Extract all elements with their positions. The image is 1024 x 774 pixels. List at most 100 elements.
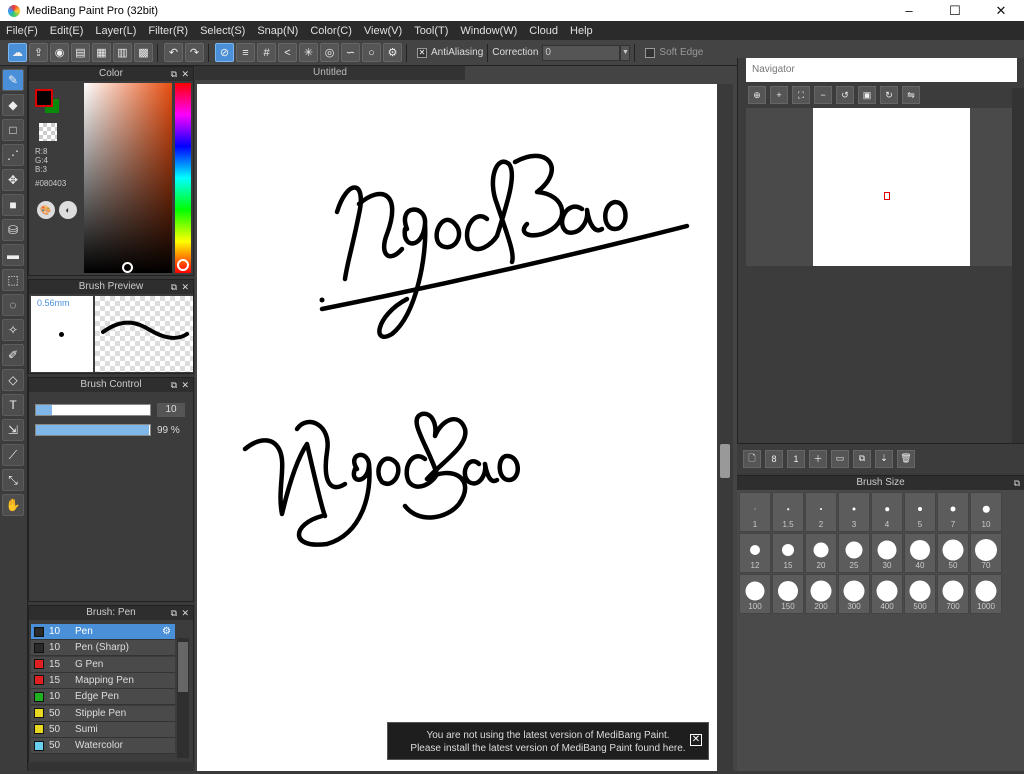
delete-layer-icon[interactable]: 🗑 [897, 449, 915, 468]
menu-snap[interactable]: Snap(N) [251, 25, 304, 37]
eyedropper-tool-icon[interactable]: ⤡ [2, 469, 24, 491]
canvas-scroll-thumb[interactable] [720, 444, 730, 478]
brush-size-cell[interactable]: 500 [904, 574, 936, 614]
brush-size-cell[interactable]: 150 [772, 574, 804, 614]
gear-icon[interactable]: ⚙ [162, 626, 171, 637]
menu-view[interactable]: View(V) [358, 25, 408, 37]
hand-tool-icon[interactable]: ✋ [2, 494, 24, 516]
brush-list-item[interactable]: 10 Pen (Sharp) [31, 640, 175, 657]
brush-list-item[interactable]: 50 Stipple Pen [31, 705, 175, 722]
popout-icon[interactable]: ⧉ [1014, 476, 1020, 490]
select-pen-tool-icon[interactable]: ✐ [2, 344, 24, 366]
correction-select[interactable]: 0 [542, 44, 621, 61]
lasso-tool-icon[interactable]: ◌ [2, 294, 24, 316]
brush-size-cell[interactable]: 25 [838, 533, 870, 573]
circle-snap-icon[interactable]: ○ [362, 43, 381, 62]
duplicate-layer-icon[interactable]: ⧉ [853, 449, 871, 468]
brush-size-cell[interactable]: 70 [970, 533, 1002, 573]
snap-settings-icon[interactable]: ⚙ [383, 43, 402, 62]
parallel-snap-icon[interactable]: ≡ [236, 43, 255, 62]
brush-size-cell[interactable]: 1 [739, 492, 771, 532]
menu-edit[interactable]: Edit(E) [44, 25, 90, 37]
burst-snap-icon[interactable]: ✳ [299, 43, 318, 62]
hue-slider-handle[interactable] [177, 259, 189, 271]
cloud-icon[interactable]: ☁ [8, 43, 27, 62]
minimize-button[interactable]: – [886, 0, 932, 21]
popout-icon[interactable]: ⧉ [171, 67, 177, 81]
canvas-vertical-scrollbar[interactable] [717, 84, 733, 771]
brush-size-cell[interactable]: 1000 [970, 574, 1002, 614]
canvas-page[interactable] [197, 84, 717, 771]
comment-icon[interactable]: ▤ [71, 43, 90, 62]
export-icon[interactable]: ⇪ [29, 43, 48, 62]
close-icon[interactable]: ✕ [181, 606, 189, 620]
brush-size-cell[interactable]: 4 [871, 492, 903, 532]
navigator-preview[interactable] [746, 108, 1022, 266]
brush-size-slider[interactable] [35, 404, 151, 416]
text-tool-icon[interactable]: T [2, 394, 24, 416]
brush-size-cell[interactable]: 50 [937, 533, 969, 573]
fit-window-icon[interactable]: ⛶ [792, 86, 810, 104]
rotate-right-icon[interactable]: ↻ [880, 86, 898, 104]
brush-list-scroll-thumb[interactable] [178, 642, 188, 692]
brush-size-value[interactable]: 10 [157, 403, 185, 417]
fill-rect-tool-icon[interactable]: ■ [2, 194, 24, 216]
shape-tool-icon[interactable]: □ [2, 119, 24, 141]
rotate-left-icon[interactable]: ↺ [836, 86, 854, 104]
move-tool-icon[interactable]: ✥ [2, 169, 24, 191]
concentric-snap-icon[interactable]: ◎ [320, 43, 339, 62]
right-panel-scrollbar[interactable] [1012, 88, 1024, 443]
brush-size-cell[interactable]: 700 [937, 574, 969, 614]
brush-size-cell[interactable]: 30 [871, 533, 903, 573]
close-notice-button[interactable]: ✕ [690, 734, 702, 746]
brush-size-cell[interactable]: 10 [970, 492, 1002, 532]
brush-size-cell[interactable]: 100 [739, 574, 771, 614]
brush-size-cell[interactable]: 20 [805, 533, 837, 573]
menu-cloud[interactable]: Cloud [523, 25, 564, 37]
brush-size-cell[interactable]: 200 [805, 574, 837, 614]
undo-icon[interactable]: ↶ [164, 43, 183, 62]
new-1bit-layer-icon[interactable]: 1 [787, 449, 805, 468]
palette-add-icon[interactable]: ◐ [59, 201, 77, 219]
chevron-down-icon[interactable]: ▼ [620, 44, 631, 61]
dot-tool-icon[interactable]: ⋰ [2, 144, 24, 166]
eraser-tool-icon[interactable]: ◆ [2, 94, 24, 116]
brush-size-cell[interactable]: 1.5 [772, 492, 804, 532]
brush-size-cell[interactable]: 300 [838, 574, 870, 614]
new-layer-icon[interactable]: 🗋 [743, 449, 761, 468]
menu-layer[interactable]: Layer(L) [89, 25, 142, 37]
soft-edge-checkbox[interactable] [645, 47, 656, 58]
brush-list-item[interactable]: 15 G Pen [31, 656, 175, 673]
brush-size-cell[interactable]: 12 [739, 533, 771, 573]
color-picker-cursor[interactable] [122, 262, 133, 273]
foreground-color-swatch[interactable] [35, 89, 53, 107]
snap-off-icon[interactable]: ⊘ [215, 43, 234, 62]
saturation-value-picker[interactable] [84, 83, 172, 273]
layout-icon[interactable]: ▥ [113, 43, 132, 62]
brush-size-cell[interactable]: 40 [904, 533, 936, 573]
hue-slider[interactable] [175, 83, 191, 273]
panel-icon[interactable]: ▦ [92, 43, 111, 62]
close-button[interactable]: ✕ [978, 0, 1024, 21]
brush-size-cell[interactable]: 15 [772, 533, 804, 573]
brush-size-cell[interactable]: 7 [937, 492, 969, 532]
antialiasing-checkbox[interactable]: ✕ [417, 47, 427, 58]
brush-list-item[interactable]: 50 Watercolor [31, 738, 175, 755]
brush-list-scrollbar[interactable] [177, 638, 189, 758]
brush-size-cell[interactable]: 2 [805, 492, 837, 532]
brush-size-cell[interactable]: 5 [904, 492, 936, 532]
tab-untitled[interactable]: Untitled [195, 66, 465, 80]
brush-list-item[interactable]: 15 Mapping Pen [31, 672, 175, 689]
menu-select[interactable]: Select(S) [194, 25, 251, 37]
close-icon[interactable]: ✕ [181, 378, 189, 392]
grid-snap-icon[interactable]: # [257, 43, 276, 62]
brush-list-item[interactable]: 10 Pen ⚙ [31, 624, 175, 640]
flip-icon[interactable]: ⇋ [902, 86, 920, 104]
curve-snap-icon[interactable]: ∽ [341, 43, 360, 62]
update-notice[interactable]: You are not using the latest version of … [387, 722, 709, 760]
brush-opacity-slider[interactable] [35, 424, 151, 436]
select-tool-icon[interactable]: ⬚ [2, 269, 24, 291]
close-icon[interactable]: ✕ [181, 67, 189, 81]
menu-help[interactable]: Help [564, 25, 599, 37]
palette-icon[interactable]: 🎨 [37, 201, 55, 219]
